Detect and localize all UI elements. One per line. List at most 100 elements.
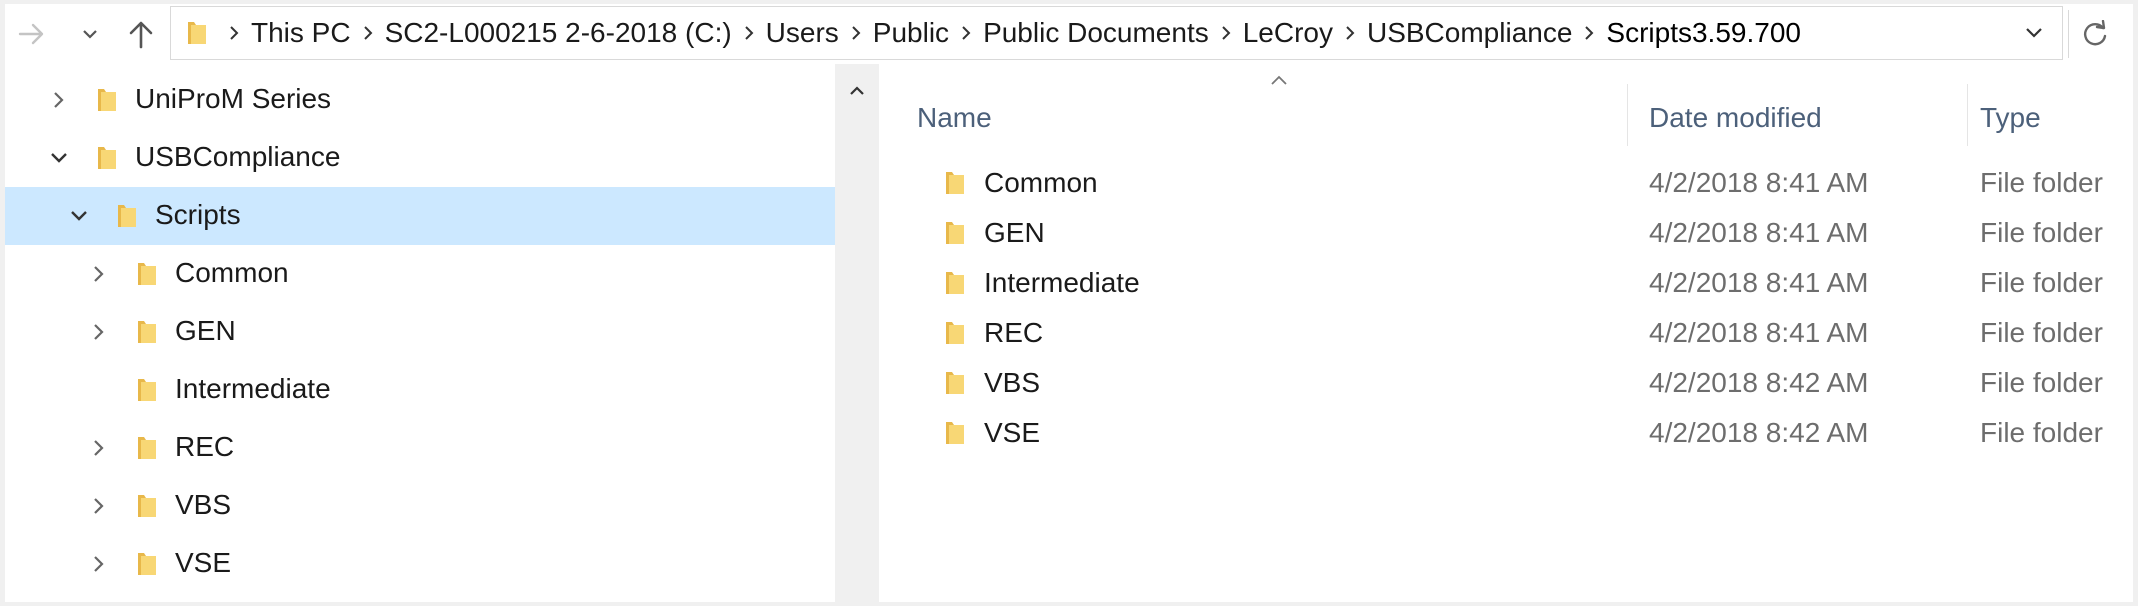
tree-item-label: GEN	[175, 315, 236, 346]
breadcrumb-separator[interactable]	[217, 24, 251, 42]
sort-ascending-icon	[1271, 75, 1287, 85]
file-type: File folder	[1980, 267, 2103, 298]
chevron-right-icon	[852, 26, 861, 40]
file-date-modified: 4/2/2018 8:42 AM	[1649, 417, 1869, 448]
column-header-type[interactable]: Type	[1980, 92, 2041, 144]
file-date-modified: 4/2/2018 8:42 AM	[1649, 367, 1869, 398]
file-name: VSE	[984, 417, 1041, 448]
tree-item[interactable]: USBCompliance	[5, 129, 835, 187]
breadcrumb-separator[interactable]	[732, 24, 766, 42]
arrow-right-icon	[18, 23, 44, 45]
file-type: File folder	[1980, 317, 2103, 348]
recent-locations-button[interactable]	[75, 10, 105, 58]
breadcrumb-separator[interactable]	[949, 24, 983, 42]
tree-item[interactable]: Scripts	[5, 187, 835, 245]
file-list: Name Date modified Type Common 4/2/2018 8…	[879, 64, 2133, 602]
breadcrumb-item[interactable]: USBCompliance	[1367, 17, 1572, 49]
folder-icon	[111, 200, 143, 232]
scroll-up-button[interactable]	[835, 76, 879, 106]
breadcrumb-item[interactable]: Users	[766, 17, 839, 49]
file-type: File folder	[1980, 367, 2103, 398]
column-header-name[interactable]: Name	[917, 92, 992, 144]
breadcrumb-separator[interactable]	[1333, 24, 1367, 42]
chevron-right-icon	[744, 26, 754, 40]
tree-item[interactable]: Common	[5, 245, 835, 303]
folder-icon	[181, 17, 213, 49]
list-item[interactable]: REC 4/2/2018 8:41 AM File folder	[879, 308, 2133, 358]
chevron-down-icon	[83, 30, 97, 39]
arrow-up-icon	[129, 21, 153, 49]
tree-item[interactable]: VSE	[5, 535, 835, 593]
folder-icon	[939, 317, 971, 349]
breadcrumb: This PC SC2-L000215 2-6-2018 (C:) Users Pub…	[171, 7, 1801, 59]
tree-item-label: VSE	[175, 547, 232, 578]
chevron-right-icon[interactable]	[44, 85, 74, 115]
folder-icon	[131, 432, 163, 464]
list-item[interactable]: VBS 4/2/2018 8:42 AM File folder	[879, 358, 2133, 408]
file-date-modified: 4/2/2018 8:41 AM	[1649, 217, 1869, 248]
chevron-right-icon[interactable]	[84, 317, 114, 347]
folder-icon	[131, 374, 163, 406]
file-date-modified: 4/2/2018 8:41 AM	[1649, 267, 1869, 298]
file-name: VBS	[984, 367, 1041, 398]
chevron-right-icon	[962, 26, 971, 40]
file-name: REC	[984, 317, 1044, 348]
folder-icon	[939, 217, 971, 249]
tree-item[interactable]: VBS	[5, 477, 835, 535]
up-button[interactable]	[121, 10, 161, 58]
list-item[interactable]: Intermediate 4/2/2018 8:41 AM File folder	[879, 258, 2133, 308]
refresh-icon	[2084, 20, 2107, 46]
folder-icon	[939, 417, 971, 449]
folder-icon	[939, 367, 971, 399]
tree-item[interactable]: GEN	[5, 303, 835, 361]
chevron-down-icon[interactable]	[44, 143, 74, 173]
chevron-down-icon[interactable]	[64, 201, 94, 231]
tree-item-label: VBS	[175, 489, 232, 520]
list-item[interactable]: Common 4/2/2018 8:41 AM File folder	[879, 158, 2133, 208]
forward-button[interactable]	[13, 10, 51, 58]
folder-icon	[91, 142, 123, 174]
file-name: GEN	[984, 217, 1045, 248]
tree-item-label: Intermediate	[175, 373, 331, 404]
file-explorer-window: This PC SC2-L000215 2-6-2018 (C:) Users Pub…	[5, 4, 2133, 602]
tree-item-label: USBCompliance	[135, 141, 341, 172]
tree-item-label: Common	[175, 257, 289, 288]
breadcrumb-separator[interactable]	[1572, 24, 1606, 42]
folder-icon	[939, 167, 971, 199]
chevron-right-icon	[1585, 26, 1594, 40]
chevron-right-icon[interactable]	[84, 491, 114, 521]
file-date-modified: 4/2/2018 8:41 AM	[1649, 167, 1869, 198]
column-divider[interactable]	[1967, 84, 1968, 146]
tree-item[interactable]: REC	[5, 419, 835, 477]
chevron-right-icon[interactable]	[84, 549, 114, 579]
file-name: Common	[984, 167, 1098, 198]
tree-item-label: Scripts	[155, 199, 241, 230]
address-edit-text[interactable]: Scripts3.59.700	[1606, 17, 1801, 49]
breadcrumb-item[interactable]: Public	[873, 17, 949, 49]
breadcrumb-separator[interactable]	[351, 24, 385, 42]
list-item[interactable]: VSE 4/2/2018 8:42 AM File folder	[879, 408, 2133, 458]
chevron-right-icon	[1222, 26, 1231, 40]
file-name: Intermediate	[984, 267, 1140, 298]
address-bar[interactable]: This PC SC2-L000215 2-6-2018 (C:) Users Pub…	[170, 6, 2063, 60]
tree-item[interactable]: UniProM Series	[5, 71, 835, 129]
chevron-down-icon	[2026, 28, 2042, 38]
breadcrumb-item[interactable]: SC2-L000215 2-6-2018 (C:)	[385, 17, 732, 49]
refresh-button[interactable]	[2068, 10, 2121, 58]
breadcrumb-item[interactable]: Public Documents	[983, 17, 1209, 49]
folder-icon	[131, 548, 163, 580]
breadcrumb-separator[interactable]	[839, 24, 873, 42]
breadcrumb-item[interactable]: LeCroy	[1243, 17, 1333, 49]
list-item[interactable]: GEN 4/2/2018 8:41 AM File folder	[879, 208, 2133, 258]
file-type: File folder	[1980, 217, 2103, 248]
tree-scrollbar[interactable]	[835, 64, 879, 602]
address-dropdown-button[interactable]	[2014, 7, 2054, 59]
tree-item[interactable]: Intermediate	[5, 361, 835, 419]
chevron-right-icon[interactable]	[84, 259, 114, 289]
folder-icon	[91, 84, 123, 116]
breadcrumb-separator[interactable]	[1209, 24, 1243, 42]
breadcrumb-item[interactable]: This PC	[251, 17, 351, 49]
column-header-date-modified[interactable]: Date modified	[1649, 92, 1822, 144]
chevron-right-icon[interactable]	[84, 433, 114, 463]
column-divider[interactable]	[1627, 84, 1628, 146]
